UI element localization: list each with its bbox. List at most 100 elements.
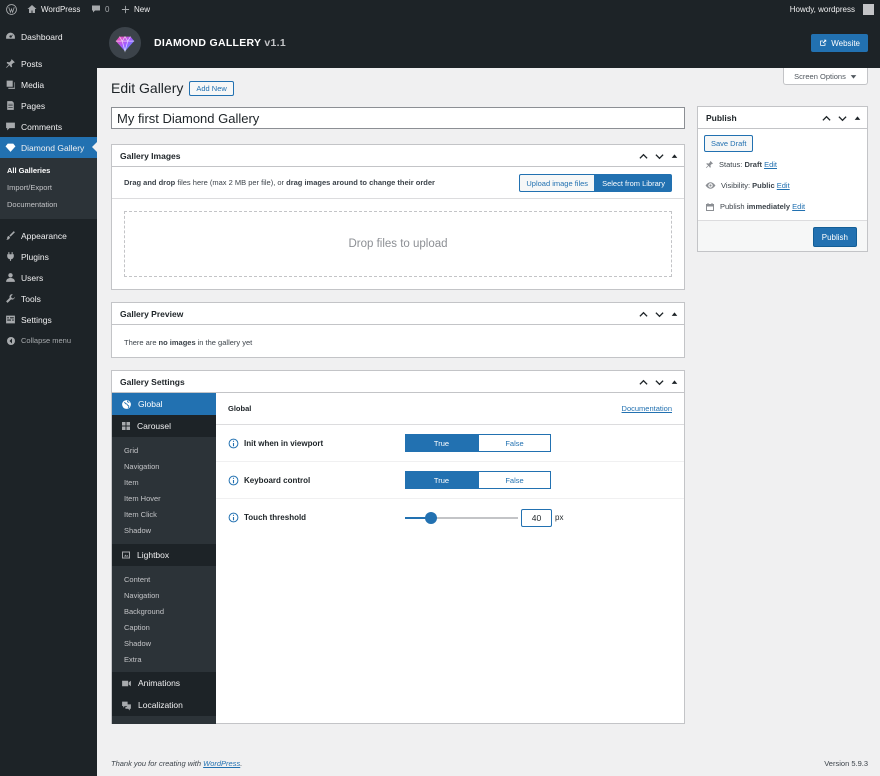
upload-instructions-row: Drag and drop files here (max 2 MB per f… [112,167,684,199]
tab-localization[interactable]: Localization [112,694,216,716]
calendar-icon [705,202,715,212]
publish-button[interactable]: Publish [812,227,857,247]
info-icon[interactable] [228,475,239,486]
move-down-icon[interactable] [838,114,847,123]
website-button[interactable]: Website [811,34,868,52]
page-header: Edit Gallery Add New [111,80,234,96]
move-down-icon[interactable] [655,310,664,319]
sidebar-item-users[interactable]: Users [0,267,97,288]
drop-zone[interactable]: Drop files to upload [124,211,672,277]
touch-threshold-input[interactable]: 40 [521,509,552,527]
plus-icon [121,5,130,14]
move-up-icon[interactable] [639,378,648,387]
subtab-background[interactable]: Background [112,604,216,620]
translation-icon [121,700,132,711]
upload-image-files-button[interactable]: Upload image files [519,174,596,192]
publish-box: Publish Save Draft Status: Draft Edit Vi… [697,106,868,252]
box-title: Gallery Preview [120,308,184,319]
gallery-title-input[interactable] [111,107,685,129]
gallery-settings-header: Gallery Settings [112,371,684,393]
add-new-button[interactable]: Add New [189,80,234,96]
documentation-link[interactable]: Documentation [622,404,672,413]
subtab-item-click[interactable]: Item Click [112,507,216,523]
sidebar-item-pages[interactable]: Pages [0,95,97,116]
subtab-navigation[interactable]: Navigation [112,588,216,604]
touch-threshold-slider[interactable] [405,512,518,524]
move-up-icon[interactable] [822,114,831,123]
gallery-preview-box: Gallery Preview There are no images in t… [111,302,685,358]
sidebar-item-plugins[interactable]: Plugins [0,246,97,267]
subtab-extra[interactable]: Extra [112,652,216,668]
collapse-toggle-icon[interactable] [671,311,678,318]
move-up-icon[interactable] [639,152,648,161]
true-option[interactable]: True [405,471,478,489]
account-menu[interactable]: Howdy, wordpress [790,0,874,18]
sidebar-item-dashboard[interactable]: Dashboard [0,26,97,47]
sidebar-item-settings[interactable]: Settings [0,309,97,330]
true-option[interactable]: True [405,434,478,452]
wordpress-link[interactable]: WordPress [203,759,240,768]
tab-global[interactable]: Global [112,393,216,415]
collapse-toggle-icon[interactable] [671,153,678,160]
tab-animations[interactable]: Animations [112,672,216,694]
false-option[interactable]: False [478,434,551,452]
collapse-toggle-icon[interactable] [671,379,678,386]
init-viewport-toggle: True False [405,434,551,452]
false-option[interactable]: False [478,471,551,489]
subtab-content[interactable]: Content [112,572,216,588]
subtab-caption[interactable]: Caption [112,620,216,636]
tab-lightbox[interactable]: Lightbox [112,544,216,566]
screen-options-toggle[interactable]: Screen Options [783,68,868,85]
edit-visibility-link[interactable]: Edit [777,181,790,190]
new-label: New [134,4,151,14]
sidebar-item-tools[interactable]: Tools [0,288,97,309]
select-from-library-button[interactable]: Select from Library [595,174,672,192]
edit-status-link[interactable]: Edit [764,160,777,169]
subtab-navigation[interactable]: Navigation [112,459,216,475]
collapse-menu-button[interactable]: Collapse menu [0,330,97,351]
settings-icon [0,309,21,330]
submenu-documentation[interactable]: Documentation [0,196,97,213]
new-content-link[interactable]: New [121,0,150,18]
subtab-item[interactable]: Item [112,475,216,491]
drop-zone-text: Drop files to upload [348,238,448,250]
move-up-icon[interactable] [639,310,648,319]
info-icon[interactable] [228,438,239,449]
wordpress-logo-icon[interactable] [6,0,17,18]
sidebar-item-label: Posts [21,58,43,69]
comments-count: 0 [105,4,110,14]
tab-carousel[interactable]: Carousel [112,415,216,437]
submenu-import-export[interactable]: Import/Export [0,179,97,196]
sidebar-item-media[interactable]: Media [0,74,97,95]
submenu-all-galleries[interactable]: All Galleries [0,162,97,179]
pin-icon [0,53,21,74]
sidebar-item-label: Tools [21,293,41,304]
subtab-grid[interactable]: Grid [112,443,216,459]
edit-schedule-link[interactable]: Edit [792,202,805,211]
tab-label: Global [138,399,163,409]
footer-thanks: Thank you for creating with WordPress. [111,759,243,768]
sidebar-item-posts[interactable]: Posts [0,53,97,74]
footer-version: Version 5.9.3 [824,759,868,768]
sidebar-item-comments[interactable]: Comments [0,116,97,137]
move-down-icon[interactable] [655,152,664,161]
info-icon[interactable] [228,512,239,523]
sidebar-item-label: Diamond Gallery [21,142,85,153]
site-name-link[interactable]: WordPress [27,0,80,18]
comments-link[interactable]: 0 [91,0,109,18]
collapse-toggle-icon[interactable] [854,115,861,122]
setting-label: Touch threshold [244,513,307,522]
collapse-label: Collapse menu [21,336,72,345]
sidebar-item-diamond-gallery[interactable]: Diamond Gallery [0,137,97,158]
gallery-preview-header: Gallery Preview [112,303,684,325]
subtab-shadow[interactable]: Shadow [112,636,216,652]
sidebar-item-appearance[interactable]: Appearance [0,225,97,246]
subtab-item-hover[interactable]: Item Hover [112,491,216,507]
subtab-shadow[interactable]: Shadow [112,523,216,539]
save-draft-button[interactable]: Save Draft [704,135,754,152]
slider-handle[interactable] [424,512,437,524]
sidebar-item-label: Pages [21,100,46,111]
dashboard-icon [0,26,21,47]
user-icon [0,267,21,288]
move-down-icon[interactable] [655,378,664,387]
